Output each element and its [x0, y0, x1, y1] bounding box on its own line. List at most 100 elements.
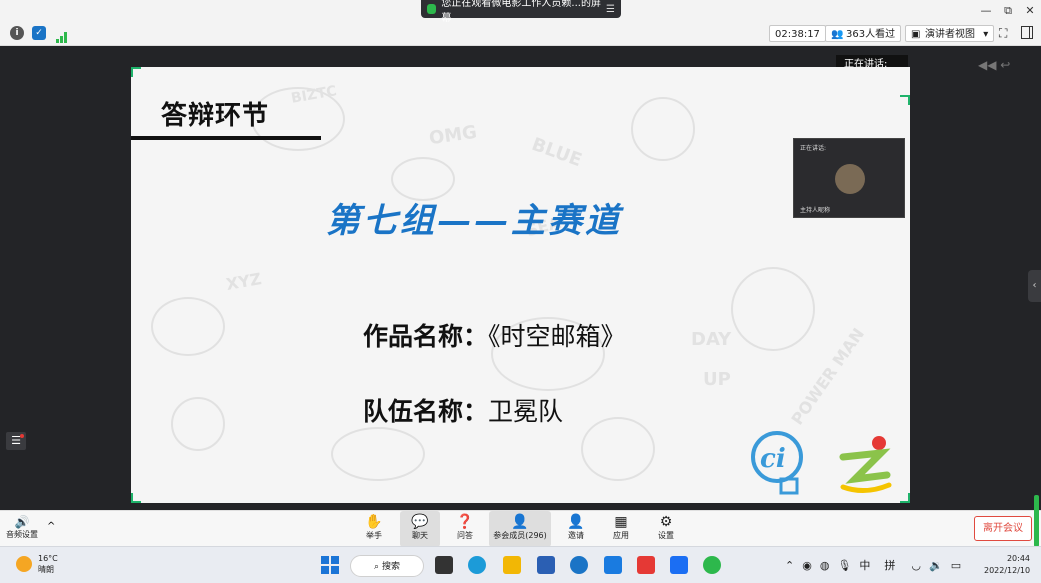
corner-mark [900, 493, 910, 503]
speaker-video-thumbnail[interactable]: 正在讲话: 主持人昵称 [793, 138, 905, 218]
wechat-icon[interactable] [703, 556, 721, 574]
microphone-icon[interactable]: 🎙 [837, 559, 851, 572]
thumb-speaking-label: 正在讲话: [800, 145, 827, 152]
ime-mode[interactable]: 拼 [884, 559, 895, 572]
doodle-shape [151, 297, 225, 356]
list-icon[interactable]: ☰ [6, 432, 26, 450]
hand-icon: ✋ [365, 514, 383, 530]
weather-sun-icon [16, 556, 32, 572]
view-mode-label: 演讲者视图 [925, 29, 975, 40]
doodle-text: OMG [427, 121, 479, 150]
doodle-shape [731, 267, 815, 351]
file-explorer-icon[interactable] [503, 556, 521, 574]
shield-icon[interactable]: ✓ [32, 26, 46, 40]
chat-button[interactable]: 💬 聊天 [400, 511, 440, 547]
wps-icon[interactable] [637, 556, 655, 574]
meeting-app-icon[interactable] [670, 556, 688, 574]
clock-date: 2022/12/10 [984, 566, 1031, 575]
weather-widget[interactable]: 16°C 晴朗 [16, 553, 58, 575]
chat-icon: 💬 [411, 514, 429, 530]
chevron-down-icon: ▾ [983, 29, 989, 40]
battery-icon[interactable]: ▭ [951, 559, 961, 572]
invite-label: 邀请 [568, 531, 584, 540]
task-view-icon[interactable] [435, 556, 453, 574]
team-name-label: 队伍名称： [363, 397, 489, 426]
store-icon[interactable] [537, 556, 555, 574]
ime-language[interactable]: 中 [859, 559, 870, 572]
doodle-text: XYZ [224, 269, 263, 294]
audio-settings-label: 音频设置 [6, 530, 38, 539]
windows-start-icon[interactable] [321, 556, 339, 574]
corner-mark [131, 67, 141, 77]
taskbar-search[interactable]: ⌕ 搜索 [350, 555, 424, 577]
invite-button[interactable]: 👤 邀请 [560, 511, 592, 547]
fullscreen-icon[interactable]: ⛶ [999, 26, 1007, 41]
tray-app-icon[interactable]: ◉ [802, 559, 812, 572]
viewer-count-label: 363人看过 [846, 29, 896, 40]
signal-icon[interactable] [56, 28, 68, 47]
doodle-shape [631, 97, 695, 161]
corner-mark [131, 493, 141, 503]
info-icon[interactable]: i [10, 26, 24, 40]
search-icon: ⌕ [374, 562, 382, 572]
chevron-left-icon[interactable]: ‹ [1028, 270, 1041, 302]
menu-icon[interactable]: ☰ [606, 4, 615, 15]
audio-settings-button[interactable]: 🔊 音频设置 [6, 515, 38, 540]
apps-label: 应用 [613, 531, 629, 540]
doodle-text: UP [703, 369, 731, 390]
work-name-label: 作品名称： [363, 322, 489, 351]
presentation-slide: OMG BLUE SEA DAY UP POWER MAN XYZ BIZTC … [131, 67, 910, 503]
team-name-row: 队伍名称：卫冕队 [363, 392, 563, 428]
raise-hand-button[interactable]: ✋ 举手 [358, 511, 390, 547]
stage-controls-icon[interactable]: ◀◀ ↩ [978, 58, 1010, 72]
raise-hand-label: 举手 [366, 531, 382, 540]
wifi-icon[interactable]: ◡ [911, 559, 921, 572]
thumb-speaker-name: 主持人昵称 [800, 207, 831, 214]
team-name-value: 卫冕队 [488, 397, 564, 426]
people-icon: 👥 [831, 29, 844, 40]
taskbar-clock[interactable]: 20:44 2022/12/10 [984, 553, 1030, 577]
doodle-shape [581, 417, 655, 481]
settings-label: 设置 [658, 531, 674, 540]
tray-app-icon[interactable]: ◍ [820, 559, 830, 572]
weather-temperature: 16°C [38, 554, 58, 563]
participants-button[interactable]: 👤 参会成员(296) [489, 511, 551, 547]
doodle-text: BLUE [528, 133, 585, 172]
app-c-icon[interactable] [570, 556, 588, 574]
chat-label: 聊天 [412, 531, 428, 540]
edge-browser-icon[interactable] [468, 556, 486, 574]
work-name-value: 《时空邮箱》 [488, 322, 626, 351]
settings-button[interactable]: ⚙ 设置 [650, 511, 682, 547]
svg-text:ci: ci [760, 444, 786, 474]
weather-condition: 晴朗 [38, 565, 54, 574]
speaker-icon: 🔊 [14, 515, 30, 529]
apps-icon: ▦ [614, 514, 628, 530]
participants-icon: 👤 [511, 514, 529, 530]
meeting-toolbar: i ✓ 02:38:17 👥 363人看过 ▣ 演讲者视图 ▾ ⛶ [0, 22, 1041, 46]
group-heading: 第七组——主赛道 [326, 201, 622, 241]
screen-share-banner[interactable]: 您正在观看微电影工作人员赖...的屏幕 ☰ [421, 0, 621, 24]
chevron-up-icon[interactable]: ⌃ [785, 559, 794, 572]
minimize-button[interactable]: — [977, 2, 995, 20]
mail-icon[interactable] [604, 556, 622, 574]
taskbar-search-label: 搜索 [381, 562, 400, 572]
viewer-count[interactable]: 👥 363人看过 [825, 25, 902, 42]
view-mode-select[interactable]: ▣ 演讲者视图 ▾ [905, 25, 995, 42]
qa-button[interactable]: ❓ 问答 [448, 511, 482, 547]
volume-icon[interactable]: 🔉 [929, 559, 943, 572]
doodle-shape [331, 427, 425, 481]
title-underline [131, 136, 321, 140]
avatar [835, 164, 865, 194]
system-tray: ⌃ ◉ ◍ 🎙 中 拼 ◡ 🔉 ▭ [785, 557, 969, 573]
add-user-icon: 👤 [567, 514, 585, 530]
close-button[interactable]: ✕ [1021, 2, 1039, 20]
restore-button[interactable]: ⧉ [999, 2, 1017, 20]
screen-share-text: 您正在观看微电影工作人员赖...的屏幕 [441, 0, 601, 24]
leave-meeting-button[interactable]: 离开会议 [974, 516, 1032, 541]
chevron-up-icon[interactable]: ^ [47, 521, 55, 532]
volume-level-bar [1034, 495, 1039, 547]
apps-button[interactable]: ▦ 应用 [605, 511, 637, 547]
slide-title: 答辩环节 [161, 101, 270, 131]
sidebar-toggle-icon[interactable] [1021, 26, 1033, 39]
doodle-shape [171, 397, 225, 451]
